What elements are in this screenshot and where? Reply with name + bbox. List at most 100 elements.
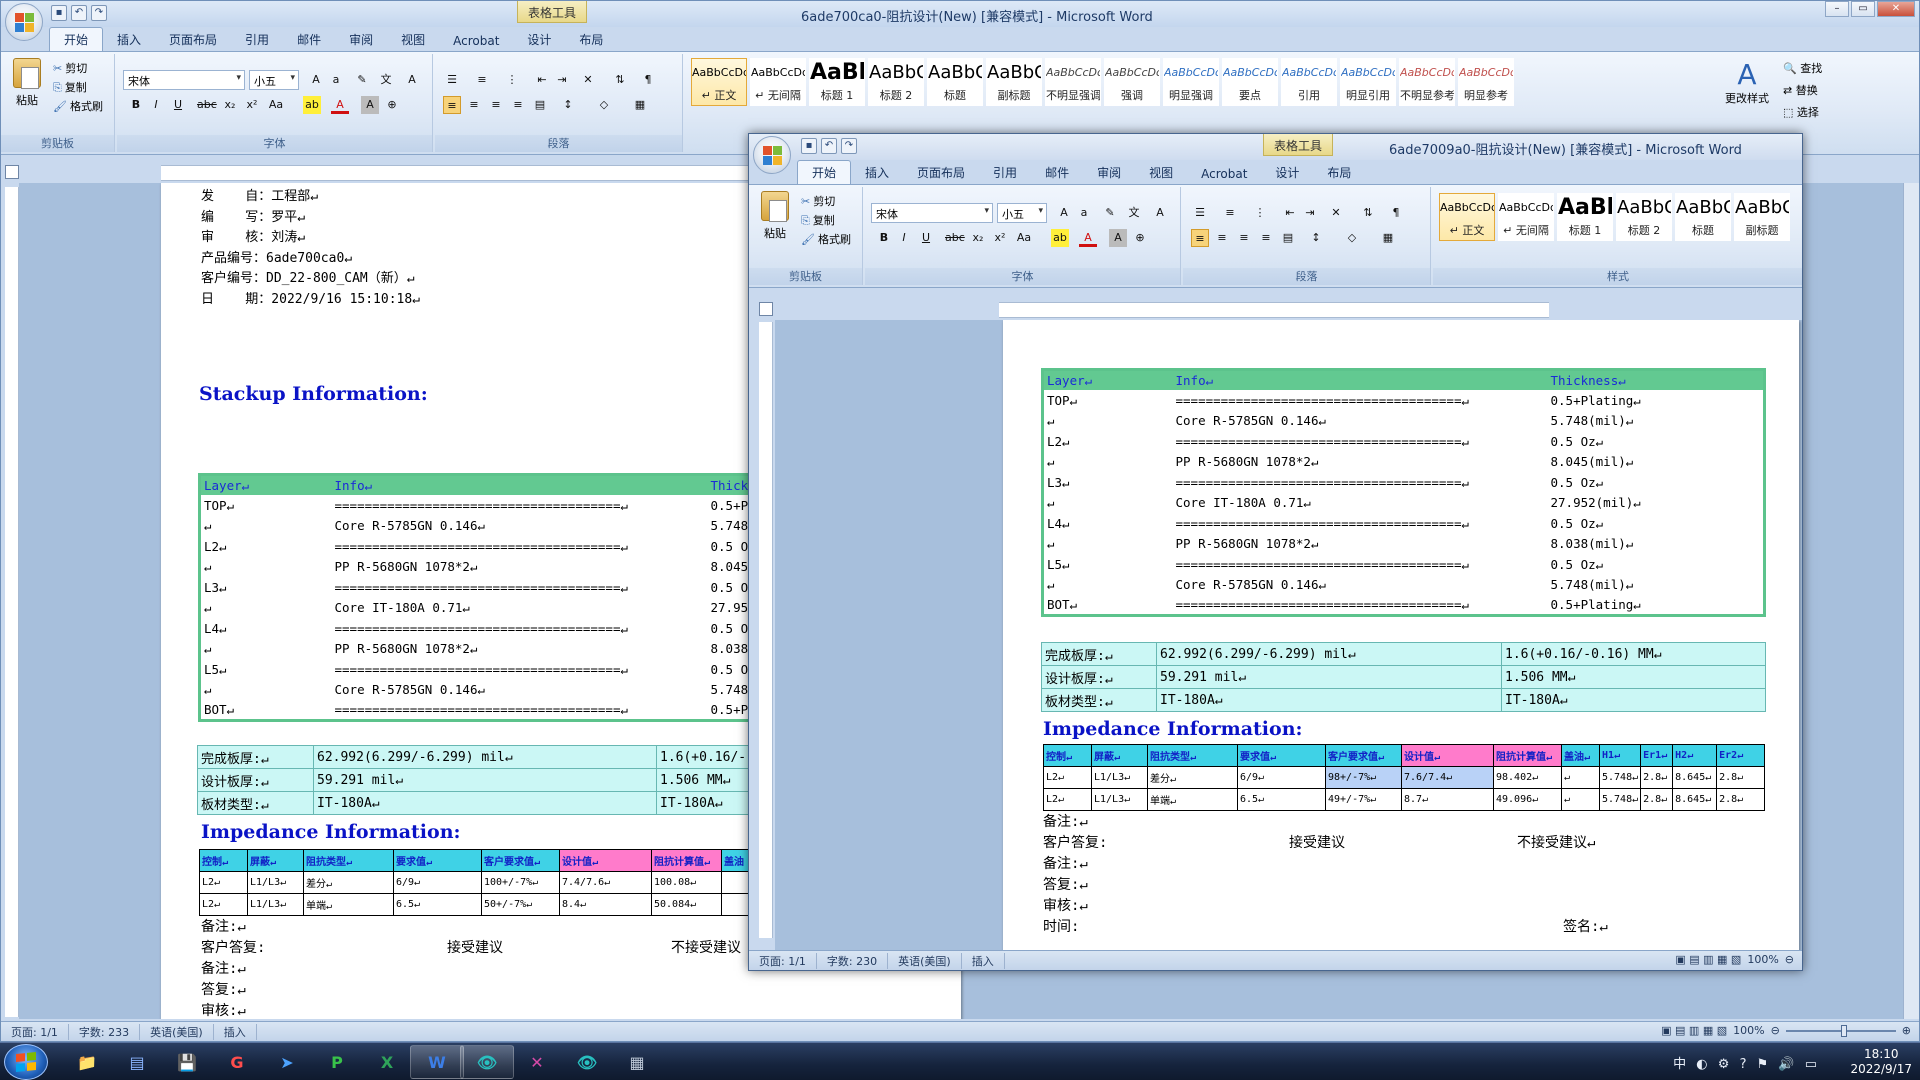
taskbar-app-word[interactable]: W bbox=[410, 1045, 464, 1079]
change-case-icon[interactable]: Aa bbox=[267, 96, 285, 114]
highlight-icon[interactable]: ab bbox=[1051, 229, 1069, 247]
bold-icon[interactable]: B bbox=[127, 96, 145, 114]
italic-icon[interactable]: I bbox=[147, 96, 165, 114]
strikethrough-icon[interactable]: abc bbox=[197, 96, 217, 114]
style-0[interactable]: AaBbCcDd ↵ 正文 bbox=[691, 58, 747, 106]
font-size-combo[interactable]: 小五 bbox=[997, 203, 1047, 223]
imp-cell[interactable]: L1/L3↵ bbox=[247, 893, 304, 916]
imp-cell[interactable]: 98+/-7%↵ bbox=[1325, 766, 1402, 789]
char-border-icon[interactable]: A bbox=[403, 71, 421, 89]
word-count[interactable]: 字数: 233 bbox=[69, 1023, 141, 1040]
style-2[interactable]: AaBb 标题 1 bbox=[809, 58, 865, 106]
italic-icon[interactable]: I bbox=[895, 229, 913, 247]
tab-7[interactable]: Acrobat bbox=[439, 31, 513, 51]
decrease-indent-icon[interactable]: ⇤ bbox=[1281, 204, 1299, 222]
office-button[interactable] bbox=[5, 3, 43, 41]
tab-1[interactable]: 插入 bbox=[103, 28, 155, 51]
justify-icon[interactable]: ≡ bbox=[1257, 229, 1275, 247]
align-left-icon[interactable]: ≡ bbox=[443, 96, 461, 114]
insert-mode[interactable]: 插入 bbox=[214, 1023, 257, 1040]
tab-3[interactable]: 引用 bbox=[979, 161, 1031, 184]
font-name-combo[interactable]: 宋体 bbox=[871, 203, 993, 223]
format-painter-button[interactable]: 🖌 格式刷 bbox=[53, 98, 103, 114]
document-page[interactable]: Layer↵ Info↵ Thickness↵ TOP↵ ==============… bbox=[1003, 320, 1799, 950]
change-styles-button[interactable]: A 更改样式 bbox=[1719, 60, 1775, 106]
imp-cell[interactable]: L1/L3↵ bbox=[1091, 788, 1148, 811]
imp-cell[interactable]: 差分↵ bbox=[1147, 766, 1238, 789]
increase-indent-icon[interactable]: ⇥ bbox=[553, 71, 571, 89]
superscript-icon[interactable]: x² bbox=[243, 96, 261, 114]
find-button[interactable]: 🔍 查找 bbox=[1783, 60, 1822, 76]
change-case-icon[interactable]: Aa bbox=[1015, 229, 1033, 247]
imp-cell[interactable]: 100.08↵ bbox=[651, 871, 722, 894]
taskbar-app-保存[interactable]: 💾 bbox=[160, 1045, 214, 1079]
zoom-level[interactable]: 100% bbox=[1747, 953, 1778, 966]
phonetic-icon[interactable]: 文 bbox=[1125, 204, 1143, 222]
numbering-icon[interactable]: ≡ bbox=[1221, 204, 1239, 222]
tab-8[interactable]: 设计 bbox=[513, 28, 565, 51]
zoom-in-icon[interactable]: ⊕ bbox=[1902, 1024, 1911, 1037]
font-color-icon[interactable]: A bbox=[331, 96, 349, 114]
undo-icon[interactable]: ↶ bbox=[821, 138, 837, 154]
grow-font-icon[interactable]: A bbox=[1055, 204, 1073, 222]
align-center-icon[interactable]: ≡ bbox=[465, 96, 483, 114]
page-count[interactable]: 页面: 1/1 bbox=[1, 1023, 69, 1040]
tab-5[interactable]: 审阅 bbox=[335, 28, 387, 51]
line-spacing-icon[interactable]: ↕ bbox=[1307, 229, 1325, 247]
save-icon[interactable]: ▪ bbox=[801, 138, 817, 154]
imp-cell[interactable]: L1/L3↵ bbox=[1091, 766, 1148, 789]
multilevel-list-icon[interactable]: ⋮ bbox=[1251, 204, 1269, 222]
imp-cell[interactable]: L2↵ bbox=[1043, 766, 1092, 789]
numbering-icon[interactable]: ≡ bbox=[473, 71, 491, 89]
cut-button[interactable]: ✂ 剪切 bbox=[801, 193, 835, 209]
cut-button[interactable]: ✂ 剪切 bbox=[53, 60, 87, 76]
style-4[interactable]: AaBbC 标题 bbox=[927, 58, 983, 106]
imp-cell[interactable]: 100+/-7%↵ bbox=[481, 871, 560, 894]
sort-icon[interactable]: ⇅ bbox=[1359, 204, 1377, 222]
style-3[interactable]: AaBbC 标题 2 bbox=[1616, 193, 1672, 241]
zoom-slider-knob[interactable] bbox=[1840, 1024, 1847, 1037]
multilevel-list-icon[interactable]: ⋮ bbox=[503, 71, 521, 89]
tab-2[interactable]: 页面布局 bbox=[155, 28, 231, 51]
close-button[interactable]: ✕ bbox=[1877, 1, 1915, 17]
save-icon[interactable]: ▪ bbox=[51, 5, 67, 21]
tab-9[interactable]: 布局 bbox=[1313, 161, 1365, 184]
imp-cell[interactable]: 49.096↵ bbox=[1493, 788, 1562, 811]
underline-icon[interactable]: U bbox=[169, 96, 187, 114]
paste-button[interactable]: 粘贴 bbox=[7, 58, 47, 118]
language[interactable]: 英语(美国) bbox=[888, 952, 962, 969]
style-0[interactable]: AaBbCcDd ↵ 正文 bbox=[1439, 193, 1495, 241]
style-12[interactable]: AaBbCcDd 不明显参考 bbox=[1399, 58, 1455, 106]
superscript-icon[interactable]: x² bbox=[991, 229, 1009, 247]
minimize-button[interactable]: – bbox=[1825, 1, 1849, 17]
imp-cell[interactable]: 50.084↵ bbox=[651, 893, 722, 916]
replace-button[interactable]: ⇄ 替换 bbox=[1783, 82, 1818, 98]
imp-cell[interactable]: 8.7↵ bbox=[1401, 788, 1494, 811]
distributed-icon[interactable]: ▤ bbox=[531, 96, 549, 114]
align-center-icon[interactable]: ≡ bbox=[1213, 229, 1231, 247]
enclose-char-icon[interactable]: ⊕ bbox=[383, 96, 401, 114]
show-marks-icon[interactable]: ¶ bbox=[639, 71, 657, 89]
title-bar[interactable]: ▪ ↶ ↷ 表格工具 6ade700ca0-阻抗设计(New) [兼容模式] -… bbox=[1, 1, 1919, 27]
taskbar-app-network[interactable]: 👁 bbox=[560, 1045, 614, 1079]
borders-icon[interactable]: ▦ bbox=[631, 96, 649, 114]
format-painter-button[interactable]: 🖌 格式刷 bbox=[801, 231, 851, 247]
grow-font-icon[interactable]: A bbox=[307, 71, 325, 89]
sort-icon[interactable]: ⇅ bbox=[611, 71, 629, 89]
tab-3[interactable]: 引用 bbox=[231, 28, 283, 51]
style-2[interactable]: AaBb 标题 1 bbox=[1557, 193, 1613, 241]
tab-7[interactable]: Acrobat bbox=[1187, 164, 1261, 184]
chinese-layout-icon[interactable]: ✕ bbox=[579, 71, 597, 89]
imp-cell[interactable]: 2.8↵ bbox=[1640, 788, 1674, 811]
align-left-icon[interactable]: ≡ bbox=[1191, 229, 1209, 247]
style-7[interactable]: AaBbCcDd 强调 bbox=[1104, 58, 1160, 106]
style-13[interactable]: AaBbCcDd 明显参考 bbox=[1458, 58, 1514, 106]
imp-cell[interactable]: 7.4/7.6↵ bbox=[559, 871, 652, 894]
ime-indicator[interactable]: 中 bbox=[1673, 1057, 1689, 1072]
imp-cell[interactable]: 6.5↵ bbox=[393, 893, 482, 916]
vertical-scrollbar[interactable] bbox=[1903, 183, 1919, 1019]
taskbar-app-xmanager[interactable]: ✕ bbox=[510, 1045, 564, 1079]
imp-cell[interactable]: 8.645↵ bbox=[1672, 788, 1718, 811]
taskbar-app-outlook[interactable]: ➤ bbox=[260, 1045, 314, 1079]
clock[interactable]: 18:10 2022/9/17 bbox=[1850, 1047, 1912, 1077]
